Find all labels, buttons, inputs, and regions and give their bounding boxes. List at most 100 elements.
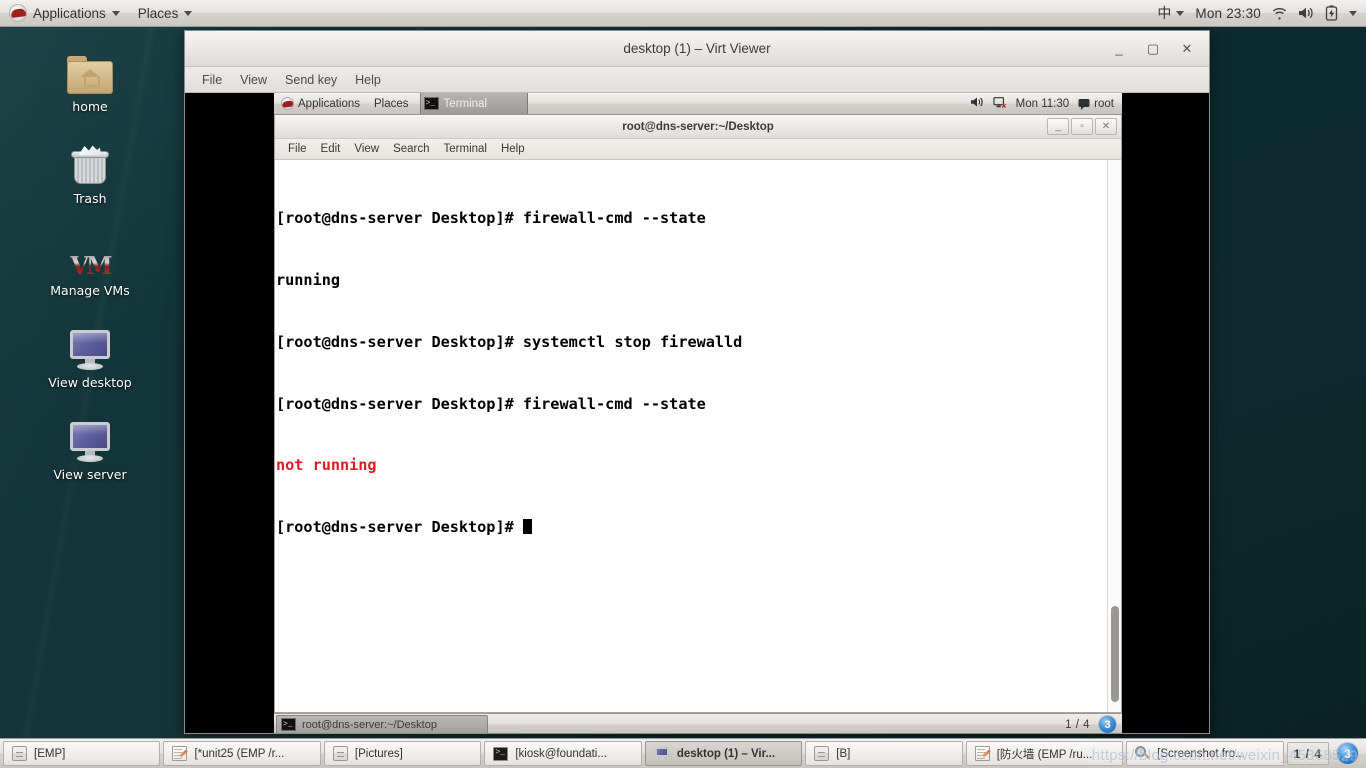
guest-applications-label: Applications [298,97,361,110]
host-clock[interactable]: Mon 23:30 [1195,6,1261,21]
taskbar-item-label: [Screenshot fro... [1157,747,1245,760]
guest-places-label: Places [374,97,409,110]
terminal-line: [root@dns-server Desktop]# systemctl sto… [276,332,743,351]
guest-applications-menu[interactable]: Applications [274,93,367,114]
close-button[interactable]: ✕ [1095,118,1117,135]
battery-charging-icon[interactable] [1325,5,1338,21]
chevron-down-icon[interactable] [1349,10,1357,16]
terminal-scrollbar-thumb[interactable] [1111,606,1119,702]
taskbar-item-label: [EMP] [34,747,66,760]
taskbar-item-pictures[interactable]: [Pictures] [323,741,482,766]
applications-menu[interactable]: Applications [0,0,129,26]
menu-edit[interactable]: Edit [314,141,348,157]
menu-view[interactable]: View [233,70,274,90]
minimize-button[interactable]: _ [1111,41,1127,57]
trash-icon [63,136,117,186]
terminal-line: [root@dns-server Desktop]# firewall-cmd … [276,209,706,228]
redhat-logo-icon [9,4,27,22]
minimize-button[interactable]: _ [1047,118,1069,135]
terminal-prompt-line: [root@dns-server Desktop]# [276,517,1107,538]
archive-icon [814,746,830,761]
guest-taskbar-tray: 1 / 4 3 [1065,715,1122,733]
taskbar-item-label: [B] [836,747,851,760]
taskbar-item-screenshot[interactable]: [Screenshot fro... [1126,741,1284,766]
desktop-icon-home[interactable]: home [28,44,152,114]
desktop-icon-manage-vms[interactable]: VM Manage VMs [28,228,152,299]
terminal-window-controls: _ ▫ ✕ [1047,118,1121,135]
magnifier-icon [1135,746,1151,761]
guest-clock[interactable]: Mon 11:30 [1016,98,1070,110]
ime-language-label: 中 [1157,6,1172,22]
chevron-down-icon [111,10,120,16]
network-disconnected-icon[interactable] [993,96,1007,112]
virt-viewer-titlebar[interactable]: desktop (1) – Virt Viewer _ ▢ ✕ [185,31,1209,67]
menu-terminal[interactable]: Terminal [437,141,494,157]
guest-workspace-badge[interactable]: 3 [1098,715,1117,733]
menu-view[interactable]: View [347,141,386,157]
taskbar-item-label: [防火墙 (EMP /ru... [996,748,1093,761]
host-taskbar: [EMP] [*unit25 (EMP /r... [Pictures] >_ … [0,738,1366,768]
desktop-icon-trash[interactable]: Trash [28,136,152,206]
host-workspace-badge[interactable]: 3 [1336,742,1359,765]
maximize-button[interactable]: ▢ [1145,41,1161,57]
virt-viewer-canvas[interactable]: Applications Places >_ Terminal Mon 11:3… [185,93,1209,733]
guest-places-menu[interactable]: Places [367,93,416,114]
wifi-icon[interactable] [1272,7,1287,20]
volume-icon[interactable] [1298,6,1314,20]
host-taskbar-tray: 1 / 4 3 [1286,742,1363,765]
desktop-icon-list: home Trash VM Manage VMs View desktop Vi… [28,44,152,504]
terminal-output[interactable]: [root@dns-server Desktop]# firewall-cmd … [275,160,1107,712]
terminal-prompt-text: [root@dns-server Desktop]# [276,518,523,537]
desktop-icon-view-desktop[interactable]: View desktop [28,320,152,390]
text-editor-icon [974,746,990,761]
taskbar-item-label: [Pictures] [354,747,403,760]
guest-workspace-pager[interactable]: 1 / 4 [1065,719,1090,731]
volume-icon[interactable] [970,96,984,111]
taskbar-item-label: [kiosk@foundati... [515,747,607,760]
taskbar-item-virt-viewer[interactable]: desktop (1) – Vir... [644,741,803,766]
desktop-icon-view-server[interactable]: View server [28,412,152,482]
text-editor-icon [172,746,188,761]
terminal-icon: >_ [281,718,296,731]
guest-window-list-item-terminal[interactable]: >_ Terminal [419,93,528,114]
desktop-icon-label: home [72,99,108,114]
terminal-line: running [276,270,341,289]
taskbar-item-unit25[interactable]: [*unit25 (EMP /r... [163,741,321,766]
chevron-down-icon [184,10,193,16]
host-workspace-pager[interactable]: 1 / 4 [1286,742,1329,765]
menu-file[interactable]: File [281,141,314,157]
maximize-button[interactable]: ▫ [1071,118,1093,135]
monitor-icon [654,746,670,761]
places-menu[interactable]: Places [129,0,202,26]
guest-user-menu[interactable]: root [1078,98,1114,110]
virt-viewer-window[interactable]: desktop (1) – Virt Viewer _ ▢ ✕ File Vie… [184,30,1210,734]
taskbar-item-firewall-doc[interactable]: [防火墙 (EMP /ru... [965,741,1124,766]
desktop-icon-label: View server [53,467,127,482]
host-desktop: Applications Places 中 Mon 23:30 home Tra… [0,0,1366,768]
terminal-line: [root@dns-server Desktop]# firewall-cmd … [276,394,706,413]
taskbar-item-emp[interactable]: [EMP] [3,741,161,766]
terminal-titlebar[interactable]: root@dns-server:~/Desktop _ ▫ ✕ [275,115,1121,139]
host-panel-tray: 中 Mon 23:30 [1157,0,1366,26]
virt-viewer-window-controls: _ ▢ ✕ [1111,41,1209,57]
menu-file[interactable]: File [195,70,229,90]
redhat-logo-icon [281,97,294,110]
applications-menu-label: Applications [33,5,106,21]
taskbar-item-kiosk-terminal[interactable]: >_ [kiosk@foundati... [484,741,642,766]
monitor-icon [63,320,117,370]
menu-search[interactable]: Search [386,141,436,157]
close-button[interactable]: ✕ [1179,41,1195,57]
terminal-line-error: not running [276,456,377,475]
host-top-panel: Applications Places 中 Mon 23:30 [0,0,1366,27]
menu-help[interactable]: Help [494,141,532,157]
guest-taskbar-item-terminal[interactable]: >_ root@dns-server:~/Desktop [276,714,488,733]
taskbar-item-b[interactable]: [B] [805,741,963,766]
terminal-body[interactable]: [root@dns-server Desktop]# firewall-cmd … [275,160,1121,712]
menu-help[interactable]: Help [348,70,388,90]
menu-send-key[interactable]: Send key [278,70,344,90]
terminal-window[interactable]: root@dns-server:~/Desktop _ ▫ ✕ File Edi… [274,115,1122,713]
desktop-icon-label: Manage VMs [50,283,130,298]
input-method-indicator[interactable]: 中 [1157,3,1185,23]
virt-viewer-title: desktop (1) – Virt Viewer [623,41,771,56]
terminal-scrollbar[interactable] [1107,160,1121,712]
